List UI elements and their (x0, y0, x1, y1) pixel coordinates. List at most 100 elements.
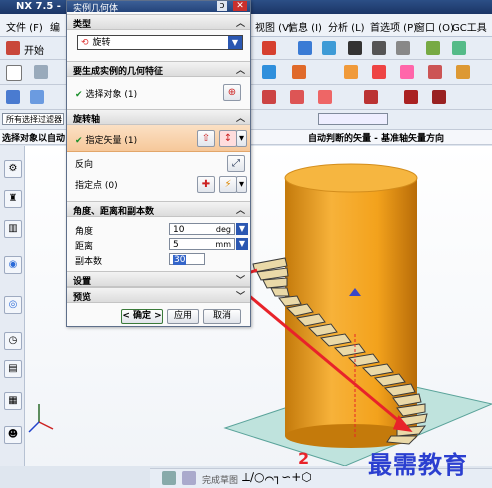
trim-icon[interactable] (428, 65, 442, 79)
hole-icon[interactable] (344, 65, 358, 79)
offset-curve-icon[interactable] (404, 90, 418, 104)
dialog-reset-icon[interactable]: ɔ (217, 1, 227, 11)
fit-icon[interactable] (298, 41, 312, 55)
chevron-up-icon: ︿ (235, 66, 245, 76)
orient-icon[interactable] (372, 41, 386, 55)
menu-info[interactable]: 信息 (I) (288, 19, 322, 34)
render-style-icon[interactable] (348, 41, 362, 55)
menu-file[interactable]: 文件 (F) (6, 19, 43, 34)
angle-menu-icon[interactable]: ▼ (236, 223, 248, 235)
section-axis-header[interactable]: 旋转轴 ︿ (67, 109, 250, 125)
reverse-row: 反向 ⤢ (67, 153, 250, 172)
history-icon[interactable]: ◎ (4, 296, 22, 314)
offset-icon[interactable] (456, 65, 470, 79)
type-select[interactable]: ⟲ 旋转 ▼ (77, 35, 243, 50)
sketch-icon[interactable] (6, 65, 22, 81)
specify-vector-row[interactable]: ✔ 指定矢量 (1) ⇧ ↕ ▾ (67, 125, 250, 152)
helix-icon[interactable] (318, 90, 332, 104)
point-dialog-icon[interactable]: ✚ (197, 176, 215, 193)
angle-input[interactable]: 10 deg (169, 223, 235, 235)
section-settings-header[interactable]: 设置 ﹀ (67, 271, 250, 287)
section-type-label: 类型 (73, 20, 92, 30)
reverse-direction-icon[interactable]: ⤢ (227, 155, 245, 172)
text-curve-icon[interactable] (364, 90, 378, 104)
assembly-navigator-icon[interactable]: ⚙ (4, 160, 22, 178)
point-options-dropdown-icon[interactable]: ▾ (236, 176, 247, 193)
chevron-up-icon: ︿ (235, 114, 245, 124)
reverse-label: 反向 (75, 160, 94, 170)
copies-row: 副本数 30 (67, 250, 250, 268)
section-geometry-header[interactable]: 要生成实例的几何特征 ︿ (67, 61, 250, 77)
resource-bar: ⚙ ♜ ▥ ◉ ◎ ◷ ▤ ▦ ☻ (0, 146, 25, 466)
clock-icon[interactable]: ◷ (4, 332, 22, 350)
copies-label: 副本数 (75, 257, 103, 267)
feature-icon[interactable] (34, 65, 48, 79)
pattern-icon[interactable] (372, 65, 386, 79)
menu-preferences[interactable]: 首选项 (P) (370, 19, 417, 34)
snap-icon[interactable] (262, 41, 276, 55)
toolbar-more-icon[interactable] (452, 41, 466, 55)
surface-icon[interactable] (6, 90, 20, 104)
select-object-row[interactable]: ✔ 选择对象 (1) ⊕ (67, 81, 250, 103)
mirror-icon[interactable] (400, 65, 414, 79)
section-axis-label: 旋转轴 (73, 115, 101, 125)
chevron-up-icon: ︿ (235, 206, 245, 216)
chevron-up-icon: ︿ (235, 19, 245, 29)
select-object-label: 选择对象 (1) (85, 90, 138, 100)
start-button[interactable]: 开始 (24, 42, 44, 57)
constraint-navigator-icon[interactable]: ♜ (4, 190, 22, 208)
shade-icon[interactable] (322, 41, 336, 55)
bridge-curve-icon[interactable] (432, 90, 446, 104)
inferred-point-icon[interactable]: ⚡ (219, 176, 237, 193)
vector-dialog-icon[interactable]: ⇧ (197, 130, 215, 147)
profile-icon[interactable]: ⟂∕○⌒┐∽+⬡ (242, 470, 312, 485)
chamfer-icon[interactable] (292, 65, 306, 79)
cylinder-top (284, 163, 418, 193)
vector-status: 自动判断的矢量 - 基准轴矢量方向 (308, 134, 445, 144)
ok-button[interactable]: < 确定 > (121, 309, 163, 324)
distance-input[interactable]: 5 mm (169, 238, 235, 250)
type-select-value: 旋转 (92, 38, 111, 48)
curve-icon[interactable] (262, 90, 276, 104)
copies-value: 30 (173, 255, 187, 265)
section-geometry-label: 要生成实例的几何特征 (73, 67, 164, 77)
chevron-down-icon: ﹀ (235, 292, 245, 302)
part-navigator-icon[interactable]: ▥ (4, 220, 22, 238)
inferred-vector-icon[interactable]: ↕ (219, 130, 237, 147)
select-object-crosshair-icon[interactable]: ⊕ (223, 84, 241, 101)
section-preview-header[interactable]: 预览 ﹀ (67, 287, 250, 303)
mesh-icon[interactable] (30, 90, 44, 104)
section-type-header[interactable]: 类型 ︿ (67, 14, 250, 30)
finish-sketch-label[interactable]: 完成草图 (202, 473, 238, 486)
selection-scope-select[interactable] (318, 113, 388, 125)
menu-edit[interactable]: 编 (50, 19, 60, 34)
selection-prompt: 选择对象以自动 (2, 134, 66, 144)
specify-point-row[interactable]: 指定点 (0) ✚ ⚡ ▾ (67, 174, 250, 193)
vector-options-dropdown-icon[interactable]: ▾ (236, 130, 247, 147)
menu-window[interactable]: 窗口 (O) (415, 19, 454, 34)
cancel-button[interactable]: 取消 (203, 309, 241, 324)
selection-filter-select[interactable]: 所有选择过滤器 (2, 113, 64, 125)
palette-icon[interactable]: ▦ (4, 392, 22, 410)
apply-button[interactable]: 应用 (167, 309, 199, 324)
check-icon: ✔ (75, 136, 83, 146)
chevron-down-icon[interactable]: ▼ (228, 36, 242, 49)
view-triad-icon (28, 404, 54, 433)
view-icon[interactable] (426, 41, 440, 55)
document-icon[interactable]: ▤ (4, 360, 22, 378)
start-icon[interactable] (6, 41, 20, 55)
menu-analysis[interactable]: 分析 (L) (328, 19, 365, 34)
sketch-grid-icon[interactable] (182, 471, 196, 485)
annotation-marker-2: 2 (298, 449, 310, 468)
instance-geometry-dialog: 实例几何体 ɔ ✕ 类型 ︿ ⟲ 旋转 ▼ 要生成实例的几何特征 ︿ ✔ 选择对象 … (66, 0, 251, 327)
sketch-finish-icon[interactable] (162, 471, 176, 485)
role-icon[interactable]: ☻ (4, 426, 22, 444)
spline-icon[interactable] (290, 90, 304, 104)
copies-input[interactable]: 30 (169, 253, 205, 265)
blend-icon[interactable] (262, 65, 276, 79)
section-angle-header[interactable]: 角度、距离和副本数 ︿ (67, 201, 250, 217)
layer-icon[interactable] (396, 41, 410, 55)
distance-menu-icon[interactable]: ▼ (236, 238, 248, 250)
web-browser-icon[interactable]: ◉ (4, 256, 22, 274)
dialog-close-icon[interactable]: ✕ (233, 1, 247, 11)
